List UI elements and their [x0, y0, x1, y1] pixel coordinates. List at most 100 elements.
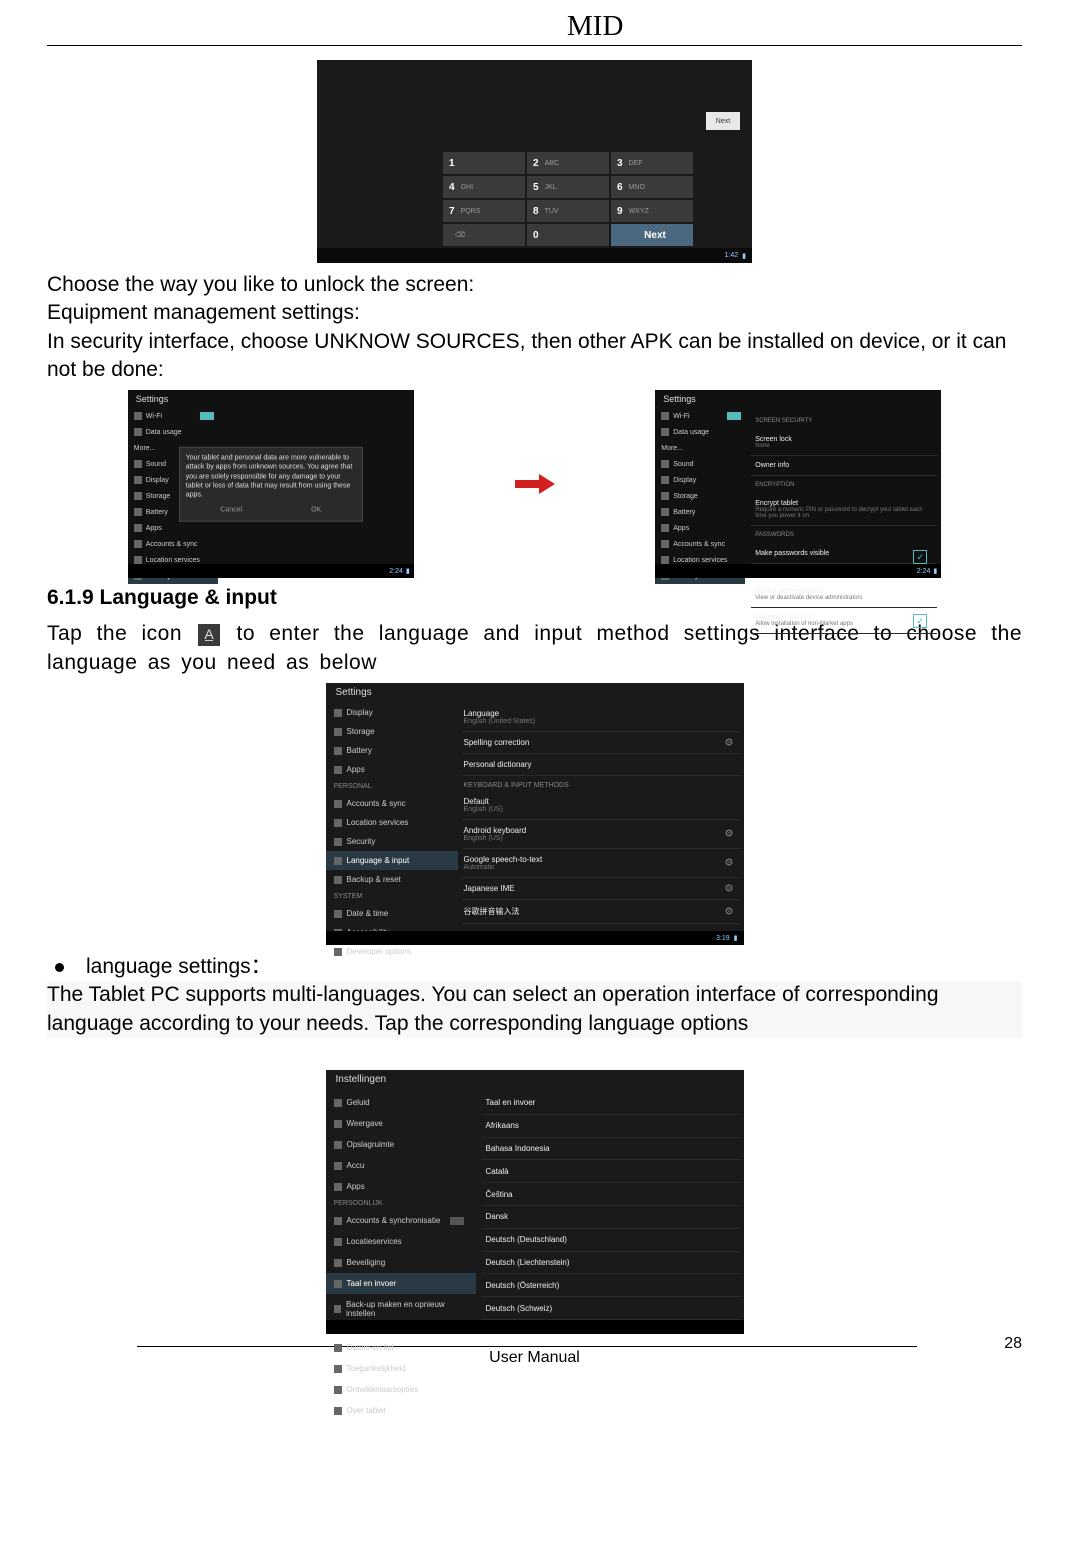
unknown-sources-row[interactable]: Unknown sourcesAllow installation of non… [751, 608, 937, 634]
sidebar-battery[interactable]: Accu [326, 1155, 476, 1176]
settings-title: Settings [663, 394, 696, 404]
key-6[interactable]: 6MNO [611, 176, 693, 198]
pinyin-row[interactable]: 谷歌拼音输入法⚙ [462, 900, 740, 924]
language-icon: A̲ [198, 624, 220, 646]
device-admin-row[interactable]: Device administratorsView or deactivate … [751, 582, 937, 608]
gear-icon[interactable]: ⚙ [725, 858, 734, 869]
japanese-ime-row[interactable]: Japanese IME⚙ [462, 878, 740, 900]
dictionary-row[interactable]: Personal dictionary [462, 754, 740, 776]
key-9[interactable]: 9WXYZ [611, 200, 693, 222]
language-option[interactable]: Bahasa Indonesia [482, 1138, 740, 1161]
sidebar-wifi[interactable]: Wi-Fi [655, 408, 745, 424]
key-4[interactable]: 4GHI [443, 176, 525, 198]
screen-lock-row[interactable]: Screen lockNone [751, 430, 937, 456]
sidebar-accounts[interactable]: Accounts & sync [655, 536, 745, 552]
status-bar: 1:42 ▮ [317, 248, 752, 263]
wifi-switch[interactable] [727, 412, 741, 420]
sidebar-language[interactable]: Language & input [326, 851, 458, 870]
gear-icon[interactable]: ⚙ [725, 737, 734, 748]
key-0[interactable]: 0 [527, 224, 609, 246]
dialog-ok-button[interactable]: OK [311, 506, 321, 515]
page-number: 28 [1004, 1335, 1022, 1353]
dialog-cancel-button[interactable]: Cancel [220, 506, 242, 515]
sidebar-sound[interactable]: Geluid [326, 1092, 476, 1113]
sidebar-sound[interactable]: Sound [655, 456, 745, 472]
key-backspace[interactable]: ⌫ [443, 224, 525, 246]
sidebar-battery[interactable]: Battery [326, 741, 458, 760]
android-keyboard-row[interactable]: Android keyboardEnglish (US)⚙ [462, 820, 740, 849]
key-2[interactable]: 2ABC [527, 152, 609, 174]
language-row[interactable]: LanguageEnglish (United States) [462, 703, 740, 732]
sidebar-apps[interactable]: Apps [655, 520, 745, 536]
screenshot-security-row: Settings Wi-Fi Data usage More... Sound … [47, 390, 1022, 578]
screenshot-language-list: Instellingen Geluid Weergave Opslagruimt… [326, 1070, 744, 1334]
language-option[interactable]: Deutsch (Schweiz) [482, 1297, 740, 1320]
screenshot-security-enabled: Settings Wi-Fi Data usage More... Sound … [655, 390, 941, 578]
sidebar-security[interactable]: Security [326, 832, 458, 851]
language-option[interactable]: Deutsch (Liechtenstein) [482, 1252, 740, 1275]
sidebar-developer[interactable]: Ontwikkelaarsopties [326, 1379, 476, 1400]
para-unknown-sources: In security interface, choose UNKNOW SOU… [47, 328, 1022, 385]
sidebar-storage[interactable]: Opslagruimte [326, 1134, 476, 1155]
sidebar-battery[interactable]: Battery [655, 504, 745, 520]
sidebar-accounts[interactable]: Accounts & synchronisatie [326, 1210, 476, 1231]
language-option[interactable]: Deutsch (Deutschland) [482, 1229, 740, 1252]
gear-icon[interactable]: ⚙ [725, 883, 734, 894]
language-option[interactable]: Català [482, 1160, 740, 1183]
sidebar-apps[interactable]: Apps [128, 520, 218, 536]
checkbox-icon[interactable]: ✓ [913, 550, 927, 564]
sidebar-data[interactable]: Data usage [655, 424, 745, 440]
sidebar-wifi[interactable]: Wi-Fi [128, 408, 218, 424]
sidebar-more[interactable]: More... [655, 440, 745, 456]
key-5[interactable]: 5JKL [527, 176, 609, 198]
checkbox-icon[interactable]: ✓ [913, 614, 927, 628]
sidebar-hdr-personal: PERSONAL [326, 779, 458, 794]
language-option[interactable]: Taal en invoer [482, 1092, 740, 1115]
sidebar-location[interactable]: Locatieservices [326, 1231, 476, 1252]
owner-info-row[interactable]: Owner info [751, 456, 937, 476]
default-row[interactable]: DefaultEnglish (US) [462, 791, 740, 820]
key-7[interactable]: 7PQRS [443, 200, 525, 222]
sidebar-accounts[interactable]: Accounts & sync [128, 536, 218, 552]
screenshot-security-dialog: Settings Wi-Fi Data usage More... Sound … [128, 390, 414, 578]
sidebar-apps[interactable]: Apps [326, 1176, 476, 1197]
sidebar-data[interactable]: Data usage [128, 424, 218, 440]
next-button-upper[interactable]: Next [706, 112, 740, 130]
spelling-row[interactable]: Spelling correction⚙ [462, 732, 740, 754]
key-next[interactable]: Next [611, 224, 693, 246]
sidebar-accounts[interactable]: Accounts & sync [326, 794, 458, 813]
sidebar-language[interactable]: Taal en invoer [326, 1273, 476, 1294]
google-speech-row[interactable]: Google speech-to-textAutomatic⚙ [462, 849, 740, 878]
settings-sidebar-right: Wi-Fi Data usage More... Sound Display S… [655, 408, 745, 584]
settings-sidebar: Display Storage Battery Apps PERSONAL Ac… [326, 703, 458, 961]
language-option[interactable]: Čeština [482, 1183, 740, 1206]
sidebar-location[interactable]: Location services [326, 813, 458, 832]
make-passwords-row[interactable]: Make passwords visible✓ [751, 544, 937, 564]
bullet-text: language settings： [86, 953, 272, 981]
sidebar-backup[interactable]: Backup & reset [326, 870, 458, 889]
language-option[interactable]: Deutsch (Österreich) [482, 1274, 740, 1297]
sidebar-about[interactable]: Over tablet [326, 1400, 476, 1421]
sidebar-storage[interactable]: Storage [326, 722, 458, 741]
sidebar-security[interactable]: Beveiliging [326, 1252, 476, 1273]
battery-icon: ▮ [742, 252, 746, 260]
sync-switch[interactable] [450, 1217, 464, 1225]
sidebar-display[interactable]: Display [326, 703, 458, 722]
screenshot-keypad: Next 1 2ABC 3DEF 4GHI 5JKL 6MNO 7PQRS 8T… [317, 60, 752, 263]
encrypt-row[interactable]: Encrypt tabletRequire a numeric PIN or p… [751, 494, 937, 526]
sidebar-date[interactable]: Date & time [326, 904, 458, 923]
gear-icon[interactable]: ⚙ [725, 906, 734, 917]
settings-title: Instellingen [336, 1074, 387, 1085]
language-option[interactable]: Dansk [482, 1206, 740, 1229]
sidebar-storage[interactable]: Storage [655, 488, 745, 504]
sidebar-apps[interactable]: Apps [326, 760, 458, 779]
key-1[interactable]: 1 [443, 152, 525, 174]
wifi-switch[interactable] [200, 412, 214, 420]
key-3[interactable]: 3DEF [611, 152, 693, 174]
sidebar-display[interactable]: Display [655, 472, 745, 488]
key-8[interactable]: 8TUV [527, 200, 609, 222]
gear-icon[interactable]: ⚙ [725, 829, 734, 840]
battery-icon: ▮ [933, 567, 937, 575]
sidebar-display[interactable]: Weergave [326, 1113, 476, 1134]
language-option[interactable]: Afrikaans [482, 1115, 740, 1138]
